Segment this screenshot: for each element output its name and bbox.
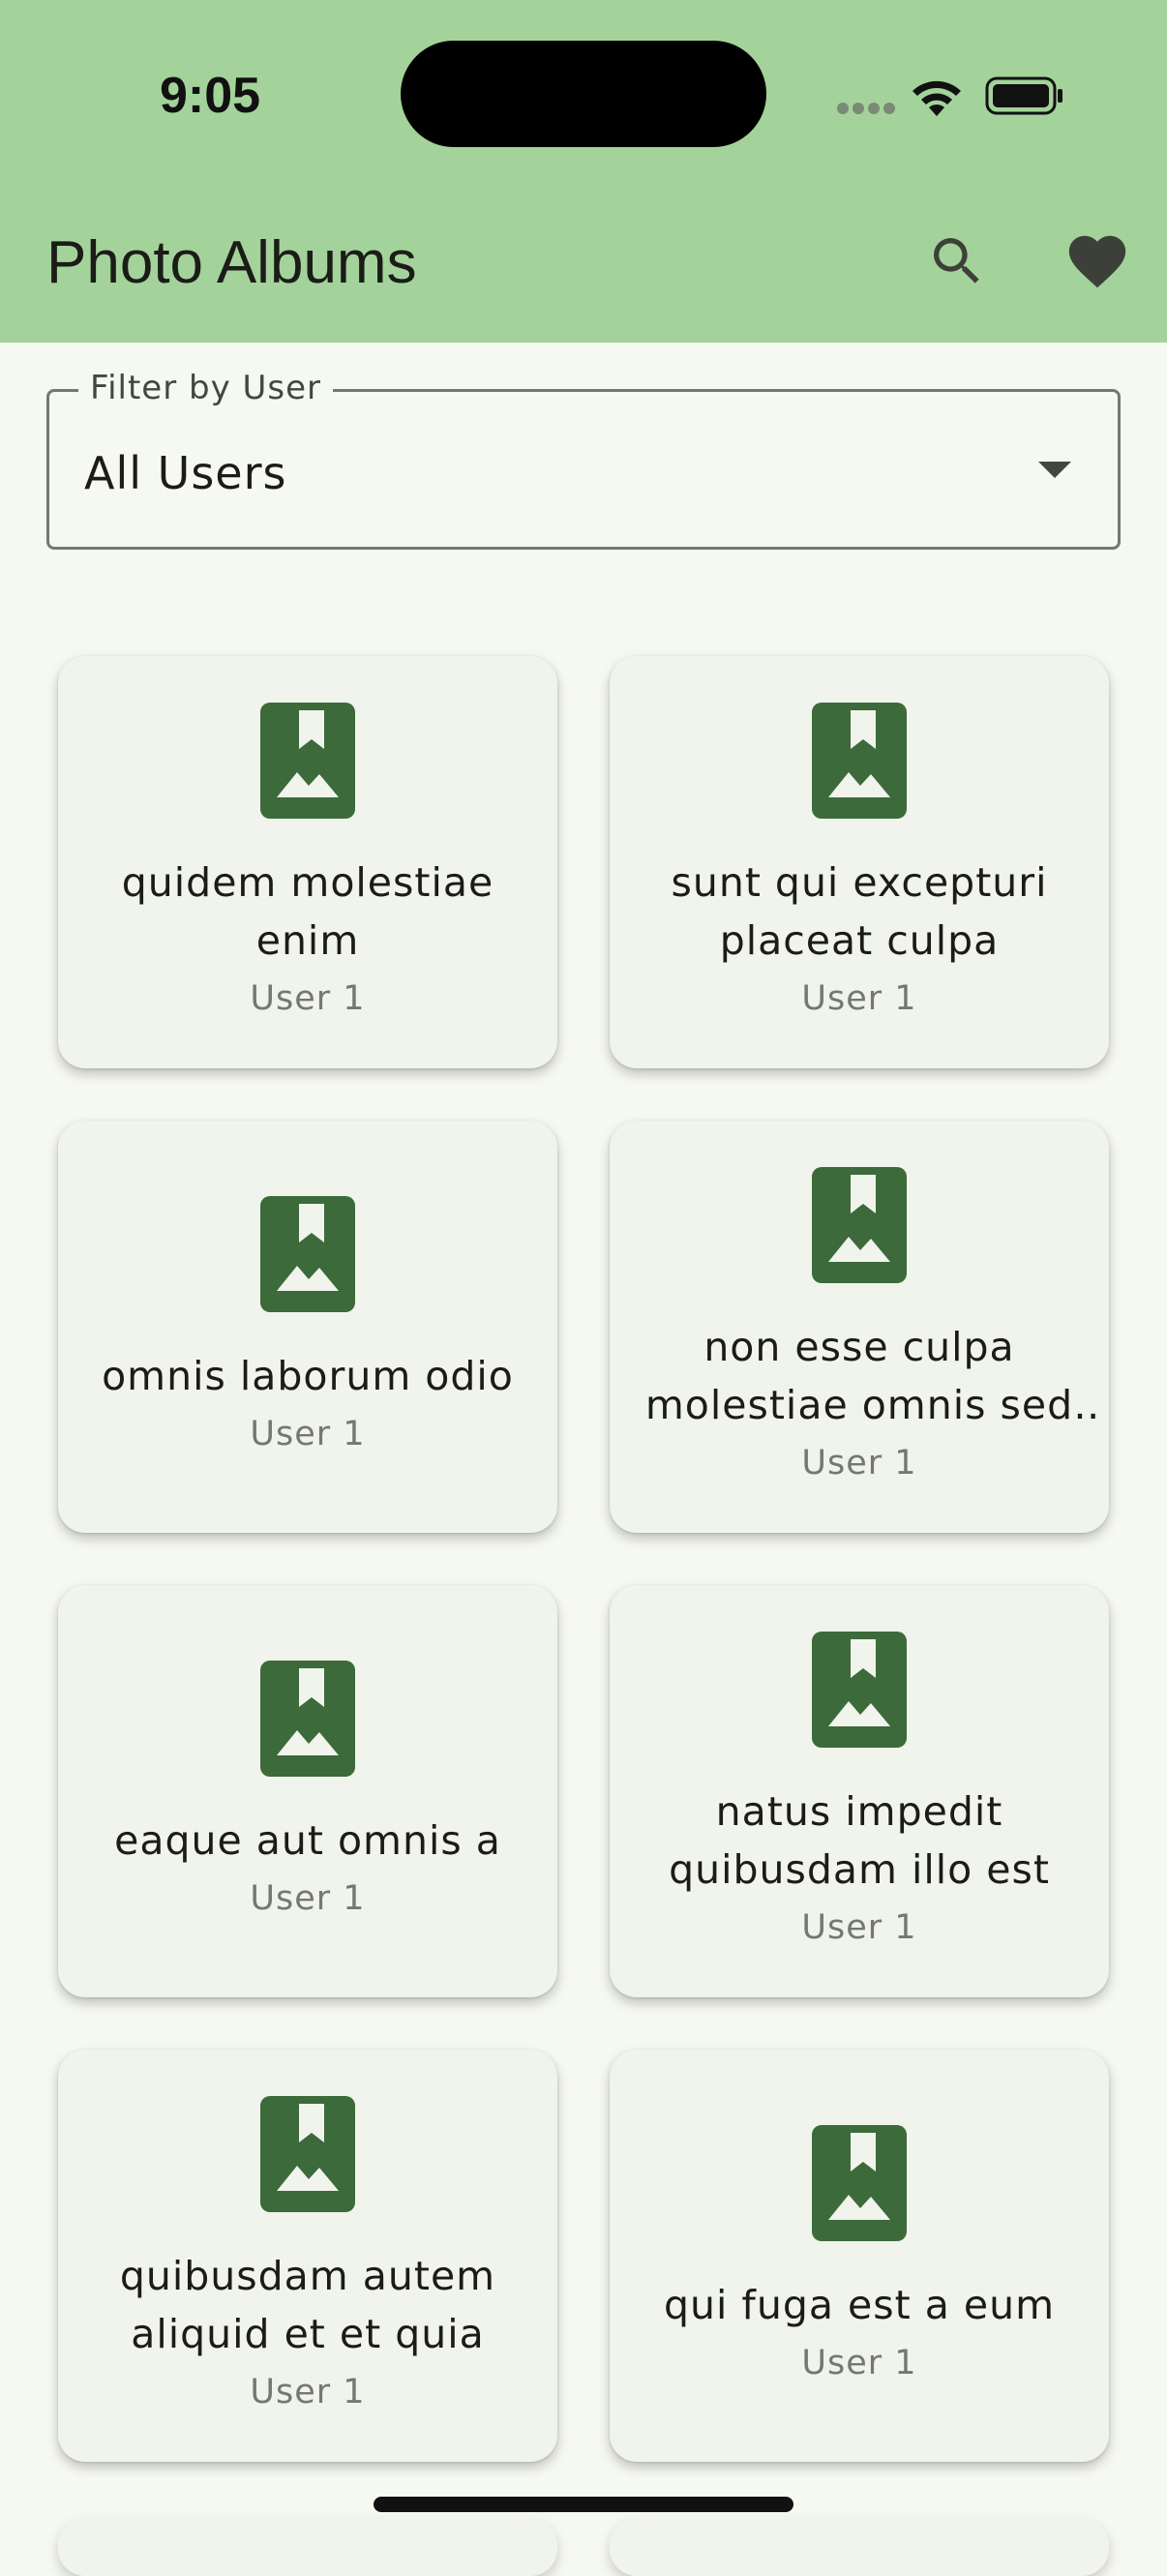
album-card[interactable]: qui fuga est a eum User 1 bbox=[610, 2050, 1109, 2462]
page-title: Photo Albums bbox=[46, 229, 417, 296]
photo-album-icon bbox=[812, 2125, 907, 2241]
photo-album-icon bbox=[260, 1661, 355, 1777]
album-card[interactable]: natus impedit quibusdam illo est User 1 bbox=[610, 1585, 1109, 1997]
album-card[interactable]: quidem molestiae enim User 1 bbox=[58, 656, 557, 1068]
album-user: User 1 bbox=[250, 1415, 366, 1453]
album-title: quidem molestiae enim bbox=[121, 859, 494, 964]
filter-label: Filter by User bbox=[78, 367, 334, 409]
photo-album-icon bbox=[260, 1196, 355, 1312]
album-card[interactable]: eaque aut omnis a User 1 bbox=[58, 1585, 557, 1997]
album-title: omnis laborum odio bbox=[102, 1353, 514, 1399]
dropdown-arrow-icon bbox=[1038, 462, 1071, 478]
album-title: non esse culpa molestiae omnis sed o… bbox=[644, 1324, 1074, 1428]
battery-icon bbox=[985, 76, 1062, 115]
album-card[interactable]: quibusdam autem aliquid et et quia User … bbox=[58, 2050, 557, 2462]
status-icons bbox=[832, 68, 1064, 122]
album-user: User 1 bbox=[801, 979, 917, 1018]
photo-album-icon bbox=[812, 703, 907, 819]
photo-album-icon bbox=[812, 1167, 907, 1283]
search-icon bbox=[934, 238, 979, 284]
album-card-partial[interactable] bbox=[58, 2518, 557, 2576]
photo-album-icon bbox=[812, 1632, 907, 1748]
favorites-button[interactable] bbox=[1051, 215, 1144, 308]
status-time: 9:05 bbox=[160, 68, 261, 124]
search-button[interactable] bbox=[911, 215, 1003, 308]
album-title: qui fuga est a eum bbox=[663, 2282, 1056, 2328]
album-card[interactable]: non esse culpa molestiae omnis sed o… Us… bbox=[610, 1121, 1109, 1533]
album-user: User 1 bbox=[801, 1908, 917, 1947]
home-indicator[interactable] bbox=[374, 2497, 793, 2512]
wifi-icon bbox=[913, 80, 961, 116]
album-user: User 1 bbox=[801, 1444, 917, 1483]
album-title: quibusdam autem aliquid et et quia bbox=[119, 2253, 496, 2357]
photo-album-icon bbox=[260, 2096, 355, 2212]
dynamic-island bbox=[401, 41, 766, 147]
album-title: eaque aut omnis a bbox=[114, 1817, 501, 1864]
album-user: User 1 bbox=[250, 979, 366, 1018]
user-filter-dropdown[interactable]: Filter by User All Users bbox=[46, 367, 1121, 550]
album-grid: quidem molestiae enim User 1 sunt qui ex… bbox=[58, 656, 1109, 2462]
album-card[interactable]: sunt qui excepturi placeat culpa User 1 bbox=[610, 656, 1109, 1068]
album-user: User 1 bbox=[250, 1879, 366, 1918]
photo-album-icon bbox=[260, 703, 355, 819]
heart-icon bbox=[1068, 235, 1126, 288]
album-title: natus impedit quibusdam illo est bbox=[669, 1788, 1050, 1893]
album-user: User 1 bbox=[801, 2344, 917, 2382]
top-app-bar: 9:05 Photo Albums bbox=[0, 0, 1167, 343]
album-user: User 1 bbox=[250, 2373, 366, 2411]
album-title: sunt qui excepturi placeat culpa bbox=[671, 859, 1048, 964]
album-card[interactable]: omnis laborum odio User 1 bbox=[58, 1121, 557, 1533]
filter-selected-value: All Users bbox=[84, 447, 287, 499]
album-card-partial[interactable] bbox=[610, 2518, 1109, 2576]
